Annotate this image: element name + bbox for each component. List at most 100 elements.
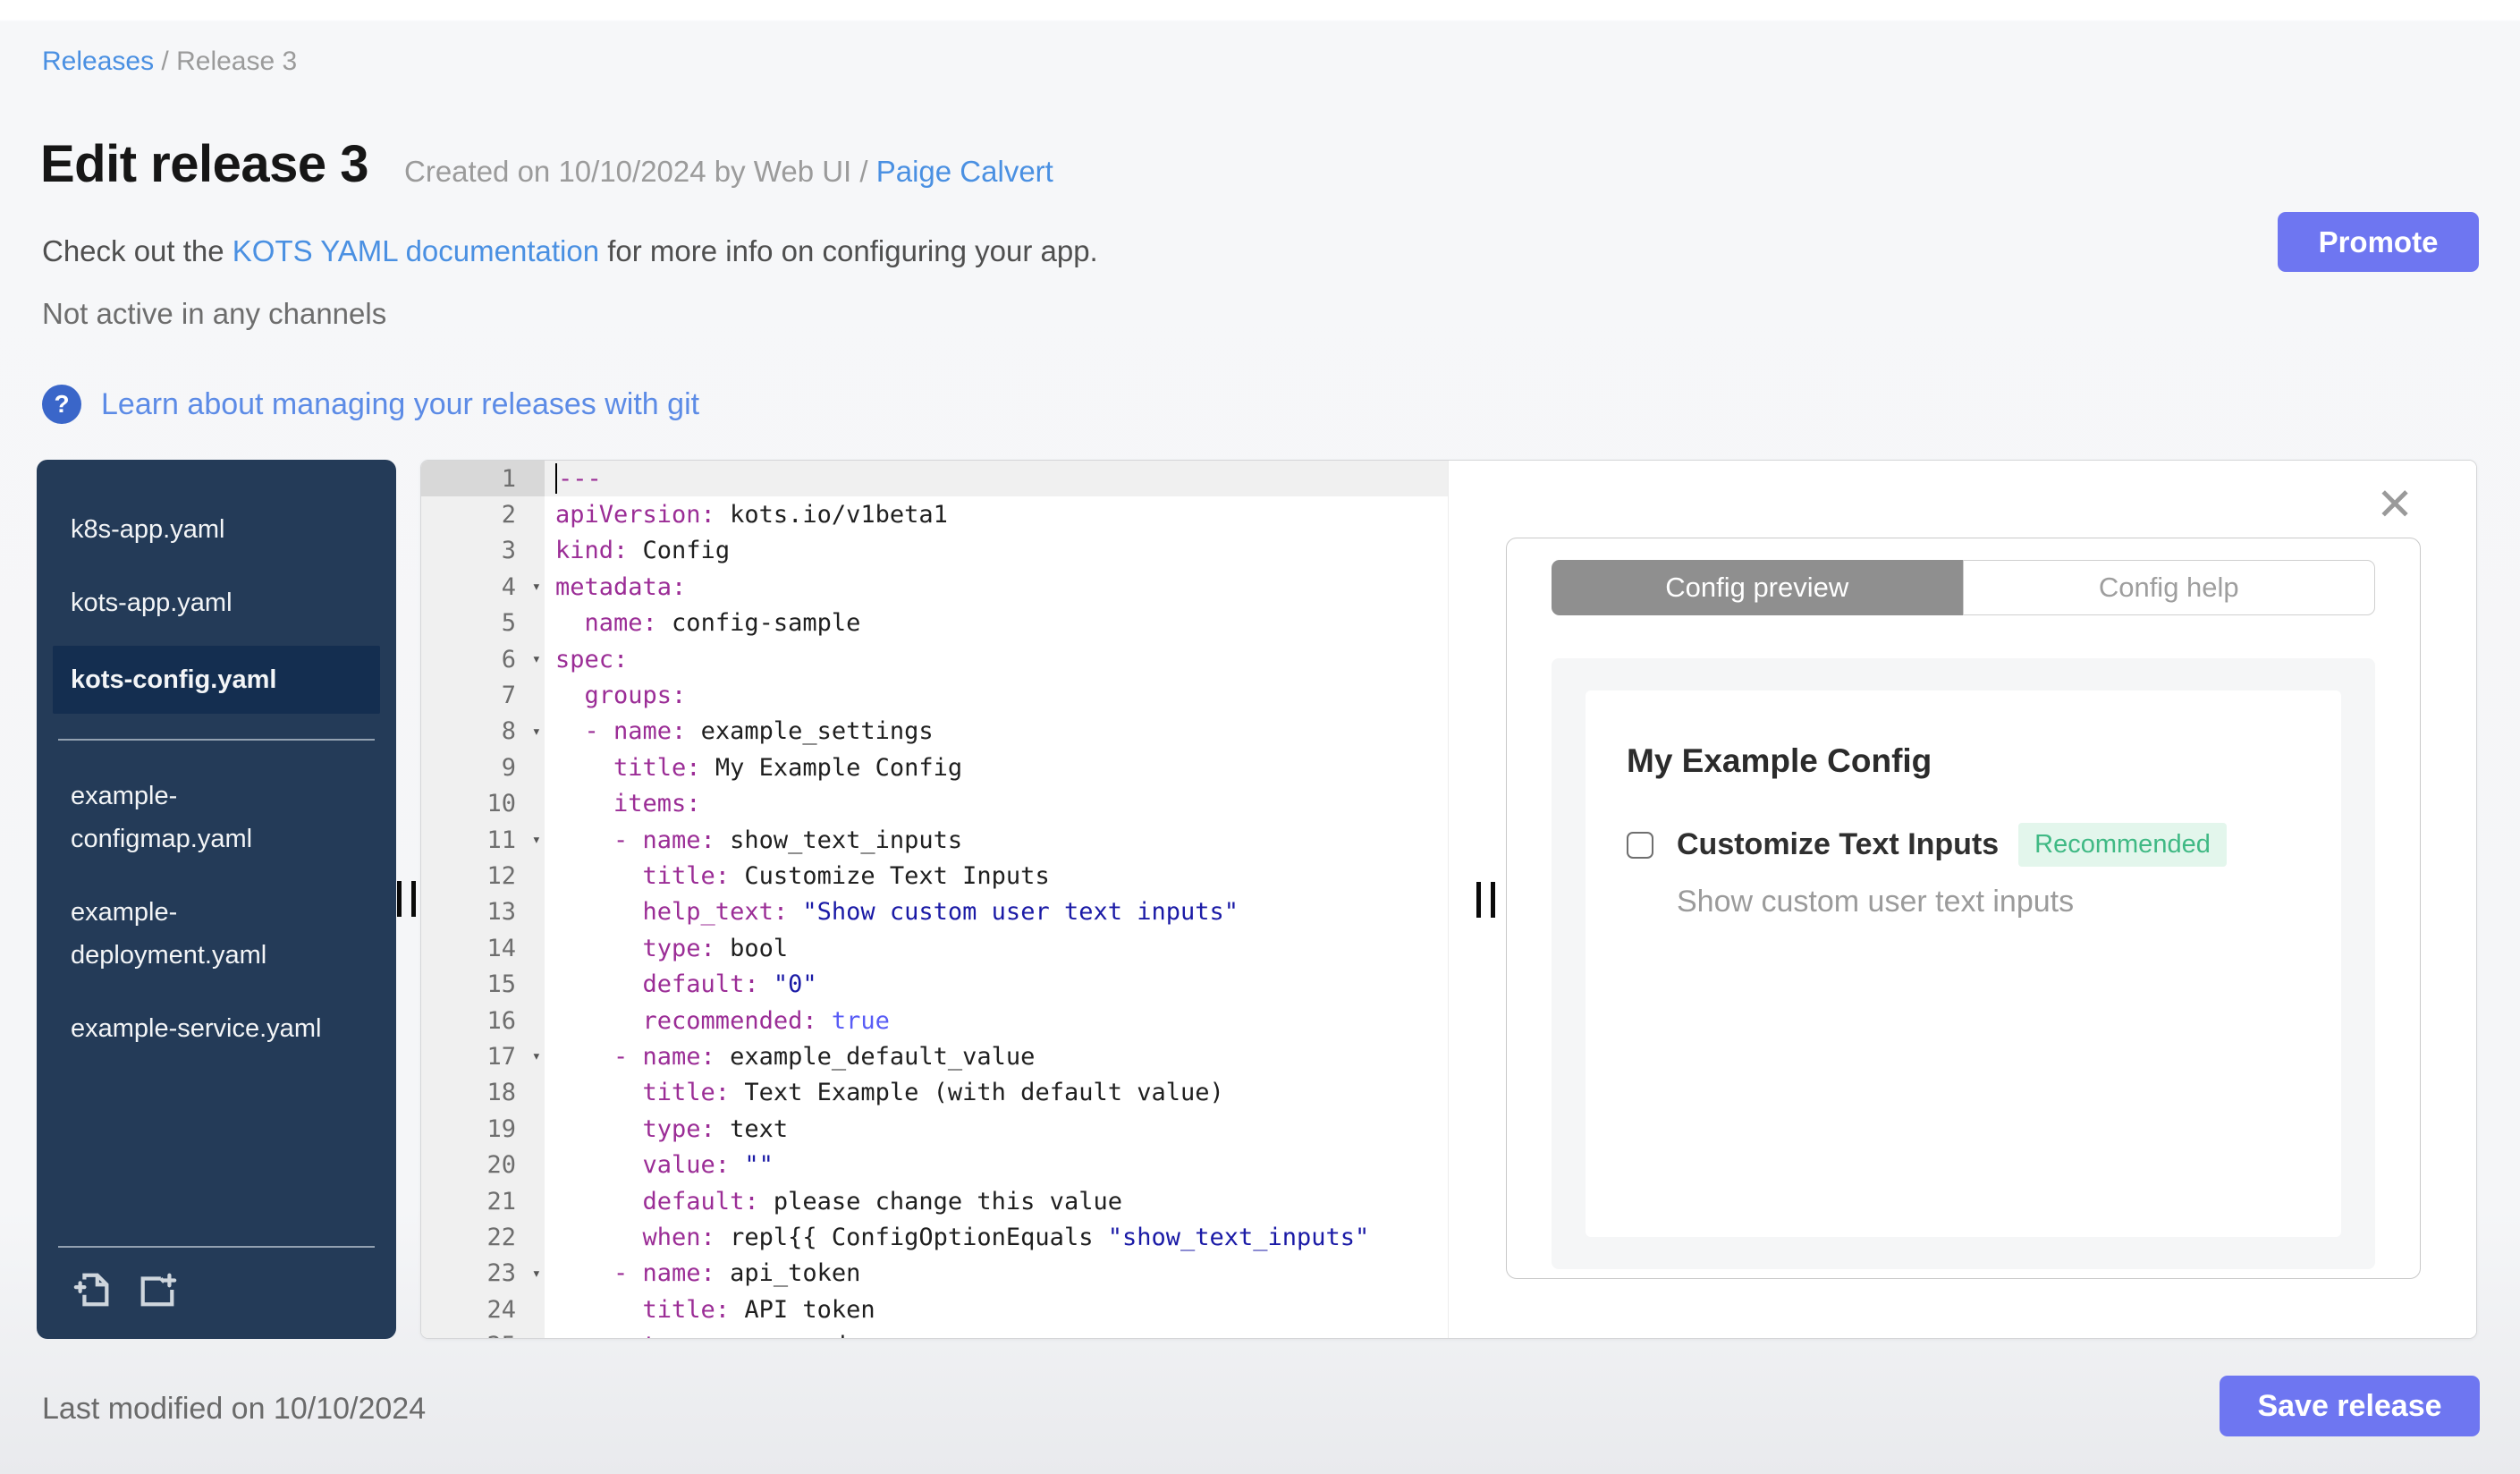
fold-arrow-icon[interactable]: ▾ xyxy=(532,1265,541,1283)
config-item-label: Customize Text Inputs xyxy=(1677,827,2000,861)
created-text: Created on 10/10/2024 by Web UI / Paige … xyxy=(404,155,1053,188)
tab-config-help[interactable]: Config help xyxy=(1962,560,2375,615)
line-number: 20 xyxy=(486,1151,516,1180)
code-line[interactable]: 8 ▾ - name: example_settings xyxy=(421,714,1448,750)
tab-config-preview[interactable]: Config preview xyxy=(1552,560,1963,615)
customize-text-inputs-checkbox[interactable] xyxy=(1627,831,1653,859)
code-line[interactable]: 15 default: "0" xyxy=(421,966,1448,1002)
code-line[interactable]: 1 --- xyxy=(421,461,1448,497)
git-help-link[interactable]: Learn about managing your releases with … xyxy=(101,387,699,422)
code-line[interactable]: 16 recommended: true xyxy=(421,1003,1448,1038)
line-number: 2 xyxy=(501,501,516,529)
code-line[interactable]: 22 when: repl{{ ConfigOptionEquals "show… xyxy=(421,1219,1448,1255)
question-icon: ? xyxy=(42,385,81,424)
code-line[interactable]: 12 title: Customize Text Inputs xyxy=(421,858,1448,894)
code-line[interactable]: 24 title: API token xyxy=(421,1292,1448,1327)
line-number: 16 xyxy=(486,1006,516,1035)
new-folder-icon[interactable] xyxy=(137,1269,178,1310)
line-number: 17 ▾ xyxy=(486,1042,541,1071)
config-item-row: Customize Text Inputs Recommended xyxy=(1627,823,2300,867)
fold-arrow-icon[interactable]: ▾ xyxy=(532,723,541,741)
editor-preview-card: 1 --- 2 apiVersion: kots.io/v1beta1 3 kind: C… xyxy=(420,460,2477,1339)
code-line[interactable]: 7 groups: xyxy=(421,677,1448,713)
config-group-title: My Example Config xyxy=(1627,742,1932,779)
code-line[interactable]: 14 type: bool xyxy=(421,930,1448,966)
code-line[interactable]: 20 value: "" xyxy=(421,1147,1448,1182)
new-file-icon[interactable] xyxy=(72,1269,114,1310)
file-item[interactable]: example-configmap.yaml xyxy=(53,766,357,869)
code-line[interactable]: 9 title: My Example Config xyxy=(421,750,1448,785)
code-text: spec: xyxy=(555,645,629,673)
line-number: 9 xyxy=(501,753,516,782)
code-line[interactable]: 19 type: text xyxy=(421,1111,1448,1147)
code-text: - name: example_settings xyxy=(555,717,934,746)
line-number: 1 xyxy=(421,461,545,497)
code-line[interactable]: 18 title: Text Example (with default val… xyxy=(421,1075,1448,1111)
config-tabs: Config preview Config help xyxy=(1552,560,2375,615)
preview-resize-handle[interactable] xyxy=(1476,882,1495,918)
file-item[interactable]: kots-app.yaml xyxy=(53,572,357,633)
code-line[interactable]: 23 ▾ - name: api_token xyxy=(421,1256,1448,1292)
breadcrumb: Releases / Release 3 xyxy=(42,47,297,77)
code-text: kind: Config xyxy=(555,537,731,565)
line-number: 21 xyxy=(486,1187,516,1216)
file-item[interactable]: example-deployment.yaml xyxy=(53,882,357,986)
git-help-row: ? Learn about managing your releases wit… xyxy=(42,385,699,424)
file-item[interactable]: example-service.yaml xyxy=(53,998,357,1059)
breadcrumb-releases-link[interactable]: Releases xyxy=(42,47,154,76)
code-text: --- xyxy=(545,461,1448,497)
yaml-editor[interactable]: 1 --- 2 apiVersion: kots.io/v1beta1 3 kind: C… xyxy=(421,461,1448,1338)
code-text: - name: show_text_inputs xyxy=(555,826,963,854)
fold-arrow-icon[interactable]: ▾ xyxy=(532,831,541,849)
sidebar-resize-handle[interactable] xyxy=(397,881,416,917)
fold-arrow-icon[interactable]: ▾ xyxy=(532,650,541,668)
line-number: 3 xyxy=(501,537,516,565)
code-text: type: text xyxy=(555,1114,789,1143)
fold-arrow-icon[interactable]: ▾ xyxy=(532,1047,541,1065)
author-link[interactable]: Paige Calvert xyxy=(876,155,1053,188)
code-text: name: config-sample xyxy=(555,609,861,638)
code-line[interactable]: 2 apiVersion: kots.io/v1beta1 xyxy=(421,496,1448,532)
recommended-badge: Recommended xyxy=(2018,823,2227,867)
code-text: type: password xyxy=(545,1327,1448,1338)
code-line[interactable]: 13 help_text: "Show custom user text inp… xyxy=(421,894,1448,930)
code-line[interactable]: 10 items: xyxy=(421,786,1448,822)
code-text: metadata: xyxy=(555,572,687,601)
code-line[interactable]: 17 ▾ - name: example_default_value xyxy=(421,1038,1448,1074)
code-line[interactable]: 5 name: config-sample xyxy=(421,606,1448,641)
line-number: 15 xyxy=(486,970,516,999)
code-line[interactable]: 21 default: please change this value xyxy=(421,1183,1448,1219)
code-line[interactable]: 4 ▾ metadata: xyxy=(421,569,1448,605)
close-icon[interactable]: ✕ xyxy=(2376,482,2414,527)
fold-arrow-icon[interactable]: ▾ xyxy=(532,578,541,596)
line-number: 25 xyxy=(421,1327,545,1338)
code-line[interactable]: 6 ▾ spec: xyxy=(421,641,1448,677)
config-preview-panel: My Example Config Customize Text Inputs … xyxy=(1552,658,2375,1269)
config-card: Config preview Config help My Example Co… xyxy=(1506,538,2421,1279)
code-text: title: API token xyxy=(555,1295,875,1324)
file-item[interactable]: kots-config.yaml xyxy=(53,646,380,714)
code-text: when: repl{{ ConfigOptionEquals "show_te… xyxy=(555,1223,1370,1251)
code-line[interactable]: 11 ▾ - name: show_text_inputs xyxy=(421,822,1448,858)
line-number: 12 xyxy=(486,861,516,890)
promote-button[interactable]: Promote xyxy=(2278,212,2479,272)
code-text: - name: example_default_value xyxy=(555,1042,1036,1071)
kots-yaml-doc-link[interactable]: KOTS YAML documentation xyxy=(233,234,599,267)
line-number: 24 xyxy=(486,1295,516,1324)
line-number: 22 xyxy=(486,1223,516,1251)
file-list-bottom: example-configmap.yaml example-deployment… xyxy=(37,766,396,1072)
channel-status: Not active in any channels xyxy=(42,297,387,330)
code-line[interactable]: 25 type: password xyxy=(421,1327,1448,1338)
line-number: 6 ▾ xyxy=(501,645,541,673)
save-release-button[interactable]: Save release xyxy=(2220,1376,2480,1436)
file-item[interactable]: k8s-app.yaml xyxy=(53,499,357,560)
line-number: 14 xyxy=(486,934,516,962)
config-preview-pane: ✕ Config preview Config help My Example … xyxy=(1449,461,2476,1338)
page-title: Edit release 3 xyxy=(40,135,369,193)
code-text: default: please change this value xyxy=(555,1187,1122,1216)
code-line[interactable]: 3 kind: Config xyxy=(421,533,1448,569)
line-number: 11 ▾ xyxy=(486,826,541,854)
file-list-top: k8s-app.yaml kots-app.yaml kots-config.yam… xyxy=(37,499,396,726)
code-text: title: Text Example (with default value) xyxy=(555,1079,1224,1107)
line-number: 18 xyxy=(486,1079,516,1107)
